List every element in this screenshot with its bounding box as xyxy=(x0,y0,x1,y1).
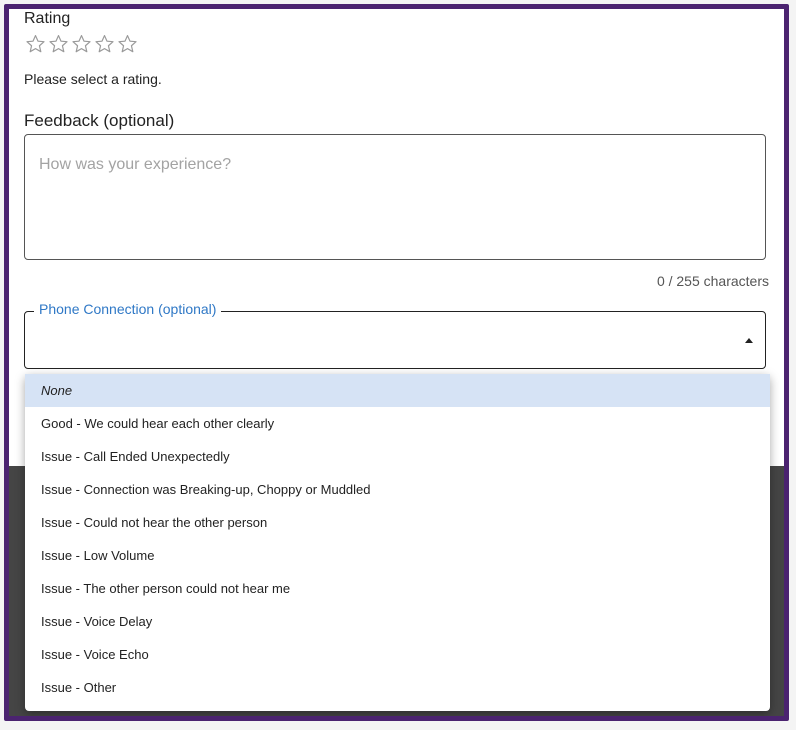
menu-option-not-heard[interactable]: Issue - The other person could not hear … xyxy=(25,572,770,605)
menu-option-good[interactable]: Good - We could hear each other clearly xyxy=(25,407,770,440)
star-5-icon[interactable] xyxy=(116,33,139,55)
star-2-icon[interactable] xyxy=(47,33,70,55)
star-rating[interactable] xyxy=(24,33,139,55)
menu-option-voice-echo[interactable]: Issue - Voice Echo xyxy=(25,638,770,671)
star-3-icon[interactable] xyxy=(70,33,93,55)
dialog-frame: Rating Please select a rating. Feedback … xyxy=(4,4,789,721)
star-1-icon[interactable] xyxy=(24,33,47,55)
menu-option-call-ended[interactable]: Issue - Call Ended Unexpectedly xyxy=(25,440,770,473)
rating-validation-message: Please select a rating. xyxy=(24,71,162,87)
feedback-placeholder: How was your experience? xyxy=(39,156,232,173)
phone-connection-select[interactable]: Phone Connection (optional) xyxy=(24,301,766,369)
menu-option-breaking-up[interactable]: Issue - Connection was Breaking-up, Chop… xyxy=(25,473,770,506)
character-counter: 0 / 255 characters xyxy=(656,273,769,289)
menu-option-low-volume[interactable]: Issue - Low Volume xyxy=(25,539,770,572)
star-4-icon[interactable] xyxy=(93,33,116,55)
feedback-label: Feedback (optional) xyxy=(24,111,175,130)
menu-option-voice-delay[interactable]: Issue - Voice Delay xyxy=(25,605,770,638)
menu-option-other[interactable]: Issue - Other xyxy=(25,671,770,704)
phone-connection-label: Phone Connection (optional) xyxy=(34,301,222,317)
phone-connection-menu: None Good - We could hear each other cle… xyxy=(25,374,770,711)
caret-up-icon[interactable] xyxy=(745,338,753,343)
feedback-textarea[interactable]: How was your experience? xyxy=(24,134,766,260)
menu-option-could-not-hear[interactable]: Issue - Could not hear the other person xyxy=(25,506,770,539)
menu-option-none[interactable]: None xyxy=(25,374,770,407)
rating-label: Rating xyxy=(24,10,71,27)
